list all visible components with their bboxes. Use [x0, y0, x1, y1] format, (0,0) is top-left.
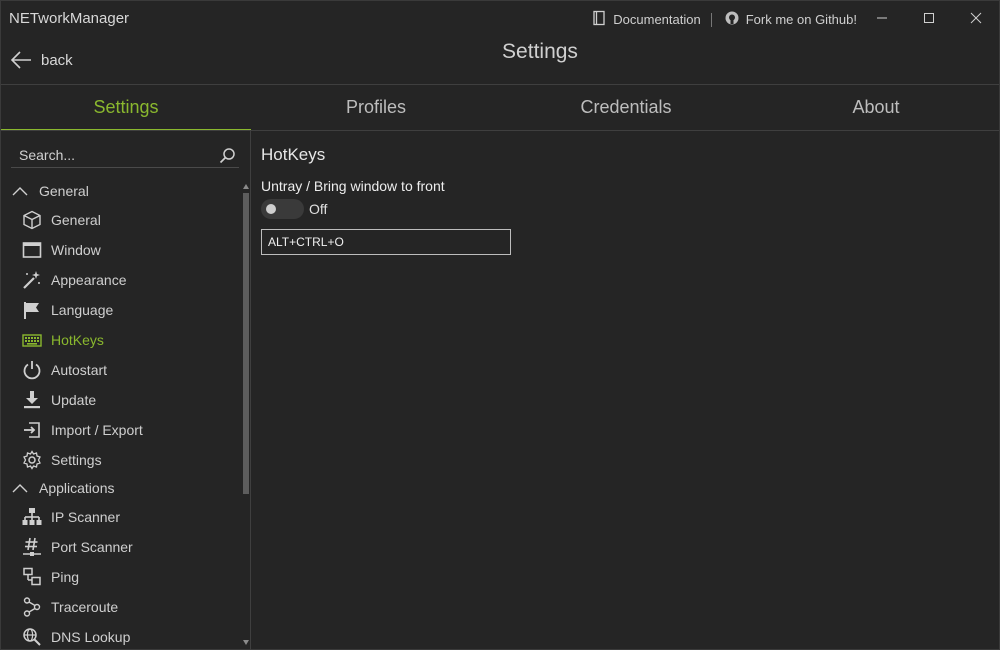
sidebar-item-label: Traceroute	[51, 599, 119, 615]
sidebar-item-label: Ping	[51, 569, 80, 585]
sidebar-item-ping[interactable]: Ping	[21, 566, 79, 588]
sidebar-item-autostart[interactable]: Autostart	[21, 359, 107, 381]
scroll-down-arrow[interactable]	[242, 638, 250, 646]
chevron-up-icon	[12, 187, 28, 196]
search-box	[11, 143, 239, 168]
sidebar-item-settings[interactable]: Settings	[21, 449, 102, 471]
github-label: Fork me on Github!	[745, 12, 857, 27]
chevron-up-icon	[12, 484, 28, 493]
sidebar-item-label: Update	[51, 392, 97, 408]
sidebar-item-label: General	[51, 212, 101, 228]
magic-wand-icon	[21, 270, 42, 291]
sidebar-item-update[interactable]: Update	[21, 389, 96, 411]
app-window: NETworkManager Documentation Fork me on …	[0, 0, 1000, 650]
maximize-button[interactable]	[905, 1, 952, 35]
traceroute-icon	[21, 597, 42, 618]
sidebar-item-window[interactable]: Window	[21, 239, 101, 261]
sidebar-item-ip-scanner[interactable]: IP Scanner	[21, 506, 120, 528]
group-general-label: General	[39, 183, 89, 199]
sidebar-item-label: IP Scanner	[51, 509, 121, 525]
documentation-link[interactable]: Documentation	[591, 10, 701, 29]
flag-icon	[21, 300, 42, 321]
sidebar-item-import-export[interactable]: Import / Export	[21, 419, 143, 441]
hotkey-toggle-row: Off	[261, 199, 327, 219]
sidebar-item-general[interactable]: General	[21, 209, 101, 231]
close-icon	[970, 12, 981, 24]
sidebar-item-port-scanner[interactable]: Port Scanner	[21, 536, 133, 558]
title-links: Documentation Fork me on Github!	[591, 10, 857, 29]
sidebar-item-appearance[interactable]: Appearance	[21, 269, 127, 291]
tab-credentials[interactable]: Credentials	[501, 85, 751, 130]
sidebar-item-label: Port Scanner	[51, 539, 133, 555]
search-icon[interactable]	[219, 147, 236, 164]
cube-icon	[21, 210, 42, 231]
github-icon	[724, 10, 740, 29]
group-general-header[interactable]: General	[11, 183, 89, 199]
sidebar-item-label: Language	[51, 302, 114, 318]
book-icon	[591, 10, 607, 29]
tab-about[interactable]: About	[751, 85, 1000, 130]
import-icon	[21, 420, 42, 441]
sidebar-scrollbar-thumb[interactable]	[243, 193, 249, 494]
sidebar-item-label: DNS Lookup	[51, 629, 131, 645]
hash-icon	[21, 537, 42, 558]
group-applications-label: Applications	[39, 480, 115, 496]
app-title: NETworkManager	[9, 10, 130, 27]
hotkey-setting-label: Untray / Bring window to front	[261, 178, 445, 194]
sidebar-item-label: Window	[51, 242, 101, 258]
gear-icon	[21, 450, 42, 471]
toggle-knob	[266, 204, 276, 214]
hotkey-input[interactable]: ALT+CTRL+O	[261, 229, 511, 255]
minimize-button[interactable]	[858, 1, 905, 35]
ping-icon	[21, 567, 42, 588]
sidebar-item-label: Autostart	[51, 362, 108, 378]
sidebar-item-label: HotKeys	[51, 332, 104, 348]
tab-bar: Settings Profiles Credentials About	[1, 85, 1000, 131]
page-title: Settings	[502, 40, 578, 63]
tab-settings[interactable]: Settings	[1, 85, 251, 131]
tab-profiles[interactable]: Profiles	[251, 85, 501, 130]
maximize-icon	[923, 13, 934, 23]
sidebar-item-traceroute[interactable]: Traceroute	[21, 596, 118, 618]
scroll-up-arrow[interactable]	[242, 183, 250, 191]
github-link[interactable]: Fork me on Github!	[724, 10, 857, 29]
sidebar-item-label: Appearance	[51, 272, 127, 288]
group-applications-header[interactable]: Applications	[11, 480, 115, 496]
hotkey-toggle[interactable]	[261, 199, 304, 219]
toggle-state-label: Off	[309, 201, 328, 217]
keyboard-icon	[21, 330, 42, 351]
sidebar-item-label: Settings	[51, 452, 102, 468]
minimize-icon	[876, 17, 887, 19]
title-separator	[710, 12, 712, 27]
download-icon	[21, 390, 42, 411]
window-icon	[21, 240, 42, 261]
settings-content: HotKeys Untray / Bring window to front O…	[251, 131, 1000, 650]
search-input[interactable]	[11, 147, 219, 163]
window-controls	[858, 1, 999, 35]
sidebar-item-hotkeys[interactable]: HotKeys	[21, 329, 104, 351]
settings-sidebar: General General Window Appearance Langua…	[1, 131, 250, 650]
power-icon	[21, 360, 42, 381]
network-tree-icon	[21, 507, 42, 528]
sidebar-item-language[interactable]: Language	[21, 299, 113, 321]
sidebar-item-dns-lookup[interactable]: DNS Lookup	[21, 626, 130, 648]
close-button[interactable]	[952, 1, 999, 35]
sidebar-item-label: Import / Export	[51, 422, 143, 438]
documentation-label: Documentation	[613, 12, 701, 27]
section-title: HotKeys	[261, 145, 326, 164]
dns-icon	[21, 627, 42, 648]
